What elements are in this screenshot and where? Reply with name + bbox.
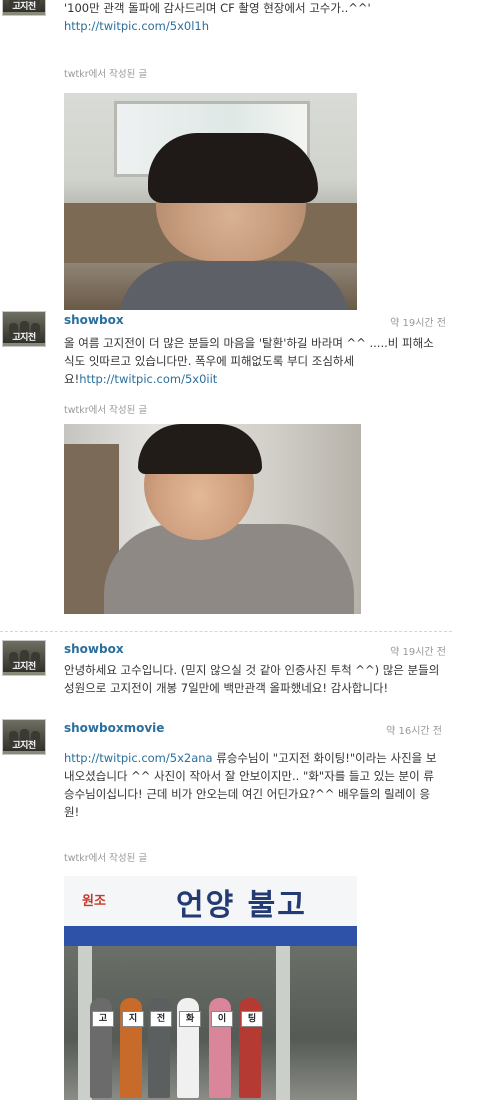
tweet-text: '100만 관객 돌파에 감사드리며 CF 촬영 현장에서 고수가..^^' h… xyxy=(64,0,444,35)
tweet-text: 올 여름 고지전이 더 많은 분들의 마음을 '탈환'하길 바라며 ^^ ...… xyxy=(64,334,444,388)
avatar[interactable]: 고지전 xyxy=(2,719,46,755)
username[interactable]: showboxmovie xyxy=(64,721,164,735)
sign-card: 팅 xyxy=(241,1011,263,1027)
sign-logo: 원조 xyxy=(82,894,106,909)
timestamp[interactable]: 약 19시간 전 xyxy=(390,314,446,329)
tweet-text: 안녕하세요 고수입니다. (믿지 않으실 것 같아 인증사진 투척 ^^) 많은… xyxy=(64,663,440,695)
tweet-photo[interactable] xyxy=(64,424,361,614)
username[interactable]: showbox xyxy=(64,642,124,656)
tweet-photo[interactable]: 원조 언양 불고 고 지 전 화 이 팅 xyxy=(64,876,357,1100)
timestamp[interactable]: 약 19시간 전 xyxy=(390,643,446,658)
timestamp[interactable]: 약 16시간 전 xyxy=(386,722,442,737)
avatar[interactable]: 고지전 xyxy=(2,640,46,676)
username[interactable]: showbox xyxy=(64,313,124,327)
sign-card: 이 xyxy=(211,1011,233,1027)
tweet-text-content: '100만 관객 돌파에 감사드리며 CF 촬영 현장에서 고수가..^^' xyxy=(64,1,371,15)
via-label: twtkr에서 작성된 글 xyxy=(64,853,148,864)
tweet-photo[interactable] xyxy=(64,93,357,310)
sign-card: 전 xyxy=(150,1011,172,1027)
tweet-link[interactable]: http://twitpic.com/5x0iit xyxy=(79,372,217,386)
tweet-link[interactable]: http://twitpic.com/5x0l1h xyxy=(64,19,209,33)
tweet-link[interactable]: http://twitpic.com/5x2ana xyxy=(64,751,213,765)
tweet-divider xyxy=(0,631,452,632)
avatar[interactable]: 고지전 xyxy=(2,311,46,347)
avatar[interactable]: 고지전 xyxy=(2,0,46,16)
via-label: twtkr에서 작성된 글 xyxy=(64,405,148,416)
sign-card: 화 xyxy=(179,1011,201,1027)
sign-card: 지 xyxy=(122,1011,144,1027)
sign-card: 고 xyxy=(92,1011,114,1027)
via-label: twtkr에서 작성된 글 xyxy=(64,69,148,80)
sign-text: 언양 불고 xyxy=(176,888,307,923)
tweet-text: http://twitpic.com/5x2ana 류승수님이 "고지전 화이팅… xyxy=(64,749,444,821)
